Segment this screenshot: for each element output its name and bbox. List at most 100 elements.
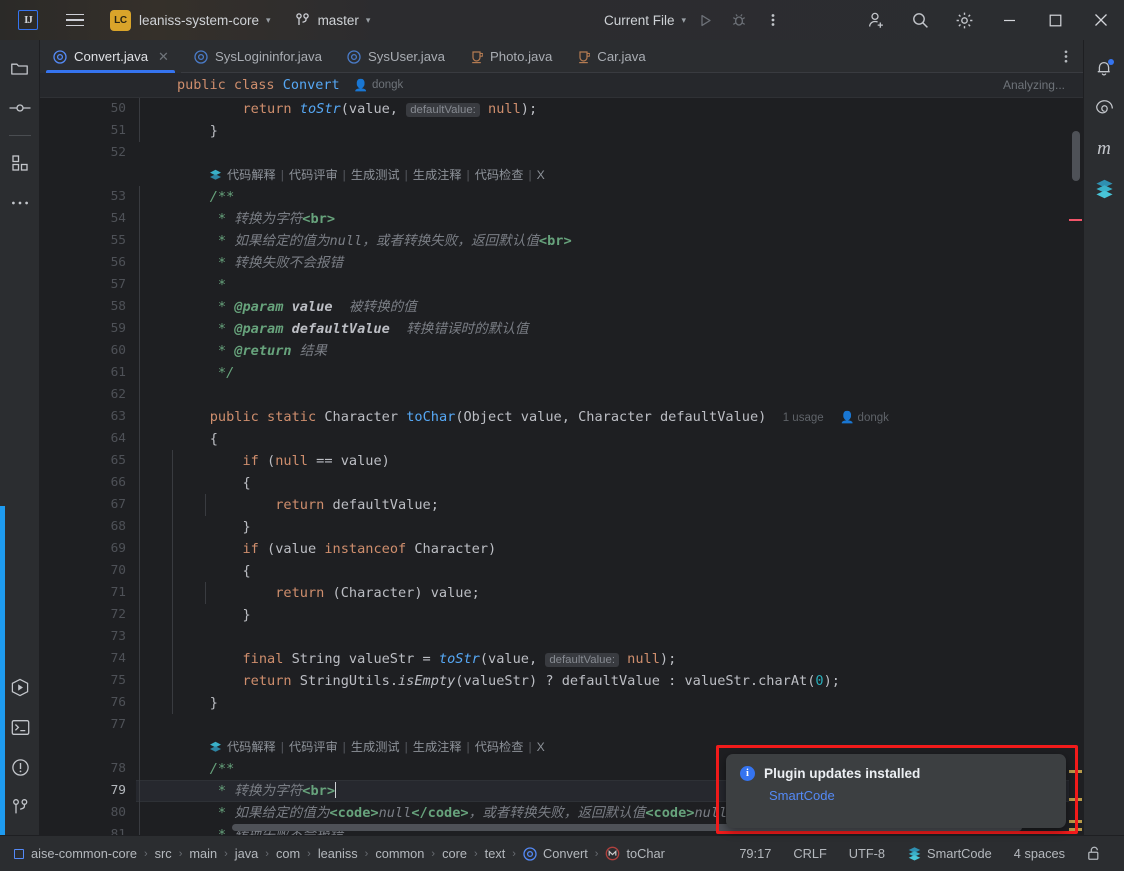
add-user-icon[interactable] bbox=[854, 6, 898, 34]
tab-convert-java[interactable]: Convert.java ✕ bbox=[40, 40, 181, 73]
tab-options-icon[interactable] bbox=[1049, 40, 1083, 73]
code-line-63[interactable]: public static Character toChar(Object va… bbox=[177, 406, 889, 428]
code-line-68[interactable]: } bbox=[177, 516, 250, 538]
code-line-55[interactable]: * 如果给定的值为null，或者转换失败，返回默认值<br> bbox=[177, 230, 572, 252]
sidebar-item-commit[interactable] bbox=[0, 88, 40, 128]
code-line-61[interactable]: */ bbox=[177, 362, 234, 384]
code-line-74[interactable]: final String valueStr = toStr(value, def… bbox=[177, 648, 676, 670]
code-line-58[interactable]: * @param value 被转换的值 bbox=[177, 296, 417, 318]
file-encoding[interactable]: UTF-8 bbox=[838, 846, 896, 861]
project-badge[interactable]: LC bbox=[110, 9, 131, 31]
breadcrumb-item-com[interactable]: com bbox=[276, 846, 300, 861]
chevron-down-icon[interactable]: ▾ bbox=[266, 15, 271, 26]
ai-action-generate-comment[interactable]: 生成注释 bbox=[413, 164, 462, 186]
tab-car-java[interactable]: Car.java bbox=[564, 40, 657, 73]
sidebar-item-structure[interactable] bbox=[0, 143, 40, 183]
code-line-60[interactable]: * @return 结果 bbox=[177, 340, 327, 362]
code-line-78[interactable]: /** bbox=[177, 758, 235, 780]
tab-syslogininfor-java[interactable]: SysLogininfor.java bbox=[181, 40, 334, 73]
code-line-57[interactable]: * bbox=[177, 274, 226, 296]
ai-action-review[interactable]: 代码评审 bbox=[289, 736, 338, 758]
breadcrumb-item-leaniss[interactable]: leaniss bbox=[318, 846, 358, 861]
code-line-72[interactable]: } bbox=[177, 604, 250, 626]
sidebar-item-git[interactable] bbox=[0, 787, 40, 827]
code-line-67[interactable]: return defaultValue; bbox=[177, 494, 439, 516]
breadcrumb-item-src[interactable]: src bbox=[155, 846, 172, 861]
ai-action-generate-comment[interactable]: 生成注释 bbox=[413, 736, 462, 758]
search-icon[interactable] bbox=[898, 6, 942, 34]
code-pane[interactable]: return toStr(value, defaultValue: null);… bbox=[136, 98, 1083, 835]
sidebar-item-terminal[interactable] bbox=[0, 707, 40, 747]
ai-action-generate-test[interactable]: 生成测试 bbox=[351, 736, 400, 758]
breadcrumb-item-module[interactable]: aise-common-core bbox=[31, 846, 137, 861]
branch-widget[interactable]: master ▾ bbox=[295, 12, 370, 28]
code-line-64[interactable]: { bbox=[177, 428, 218, 450]
breadcrumb-item-common[interactable]: common bbox=[375, 846, 424, 861]
notification-link[interactable]: SmartCode bbox=[769, 788, 1052, 803]
code-line-73[interactable] bbox=[177, 626, 185, 648]
code-line-77[interactable] bbox=[177, 714, 185, 736]
error-marker[interactable] bbox=[1069, 219, 1082, 221]
sidebar-item-run[interactable] bbox=[0, 667, 40, 707]
code-line-53[interactable]: /** bbox=[177, 186, 235, 208]
code-line-50[interactable]: return toStr(value, defaultValue: null); bbox=[177, 98, 537, 120]
code-line-54[interactable]: * 转换为字符<br> bbox=[177, 208, 335, 230]
run-configuration-selector[interactable]: Current File ▾ bbox=[604, 13, 686, 28]
minimize-icon[interactable] bbox=[986, 0, 1032, 40]
code-line-79[interactable]: * 转换为字符<br> bbox=[177, 780, 337, 802]
sidebar-item-maven[interactable]: m bbox=[1084, 128, 1124, 168]
code-line-66[interactable]: { bbox=[177, 472, 250, 494]
line-separator[interactable]: CRLF bbox=[782, 846, 837, 861]
tab-photo-java[interactable]: Photo.java bbox=[457, 40, 564, 73]
more-vertical-icon[interactable] bbox=[758, 6, 788, 34]
run-icon[interactable] bbox=[690, 6, 720, 34]
code-line-75[interactable]: return StringUtils.isEmpty(valueStr) ? d… bbox=[177, 670, 839, 692]
vertical-scrollbar-thumb[interactable] bbox=[1072, 131, 1080, 181]
code-line-52[interactable] bbox=[177, 142, 185, 164]
ai-action-close[interactable]: X bbox=[537, 164, 545, 186]
code-line-56[interactable]: * 转换失败不会报错 bbox=[177, 252, 343, 274]
sidebar-item-ai-assistant[interactable] bbox=[1084, 88, 1124, 128]
smartcode-status-widget[interactable]: SmartCode bbox=[896, 846, 1003, 861]
ai-action-explain[interactable]: 代码解释 bbox=[227, 164, 276, 186]
code-line-80[interactable]: * 如果给定的值为<code>null</code>，或者转换失败，返回默认值<… bbox=[177, 802, 785, 824]
code-line-71[interactable]: return (Character) value; bbox=[177, 582, 480, 604]
ai-action-review[interactable]: 代码评审 bbox=[289, 164, 338, 186]
gear-icon[interactable] bbox=[942, 6, 986, 34]
breadcrumb-item-class[interactable]: Convert bbox=[543, 846, 588, 861]
code-line-62[interactable] bbox=[177, 384, 185, 406]
code-line-59[interactable]: * @param defaultValue 转换错误时的默认值 bbox=[177, 318, 529, 340]
project-name[interactable]: leaniss-system-core bbox=[139, 13, 259, 28]
close-icon[interactable] bbox=[1078, 0, 1124, 40]
unlocked-icon[interactable] bbox=[1076, 846, 1112, 861]
ai-action-inspect[interactable]: 代码检查 bbox=[475, 736, 524, 758]
ai-action-bar-bottom[interactable]: 代码解释 | 代码评审 | 生成测试 | 生成注释 | 代码检查 | X bbox=[209, 736, 545, 758]
sidebar-item-smartcode[interactable] bbox=[1084, 168, 1124, 208]
breadcrumb-item-main[interactable]: main bbox=[189, 846, 217, 861]
sidebar-item-project[interactable] bbox=[0, 48, 40, 88]
main-menu-icon[interactable] bbox=[58, 8, 92, 32]
code-editor[interactable]: 50 51 52 53 54 55 56 57 58 59 60 61 62 6… bbox=[40, 98, 1083, 835]
sidebar-item-notifications[interactable] bbox=[1084, 48, 1124, 88]
editor-marker-rail[interactable] bbox=[1069, 98, 1083, 835]
ai-action-generate-test[interactable]: 生成测试 bbox=[351, 164, 400, 186]
sidebar-item-more[interactable] bbox=[0, 183, 40, 223]
ai-action-inspect[interactable]: 代码检查 bbox=[475, 164, 524, 186]
code-line-70[interactable]: { bbox=[177, 560, 250, 582]
ai-action-bar-top[interactable]: 代码解释 | 代码评审 | 生成测试 | 生成注释 | 代码检查 | X bbox=[209, 164, 545, 186]
indent-setting[interactable]: 4 spaces bbox=[1003, 846, 1076, 861]
tab-sysuser-java[interactable]: SysUser.java bbox=[334, 40, 457, 73]
code-line-51[interactable]: } bbox=[177, 120, 218, 142]
ai-action-explain[interactable]: 代码解释 bbox=[227, 736, 276, 758]
tab-close-icon[interactable]: ✕ bbox=[158, 49, 169, 65]
code-line-65[interactable]: if (null == value) bbox=[177, 450, 389, 472]
breadcrumb-item-java[interactable]: java bbox=[235, 846, 258, 861]
ai-action-close[interactable]: X bbox=[537, 736, 545, 758]
code-line-76[interactable]: } bbox=[177, 692, 218, 714]
notification-popup[interactable]: i Plugin updates installed SmartCode bbox=[726, 754, 1066, 828]
breadcrumb-item-method[interactable]: toChar bbox=[626, 846, 664, 861]
code-line-69[interactable]: if (value instanceof Character) bbox=[177, 538, 496, 560]
breadcrumb-item-text[interactable]: text bbox=[485, 846, 506, 861]
breadcrumb-item-core[interactable]: core bbox=[442, 846, 467, 861]
sidebar-item-problems[interactable] bbox=[0, 747, 40, 787]
